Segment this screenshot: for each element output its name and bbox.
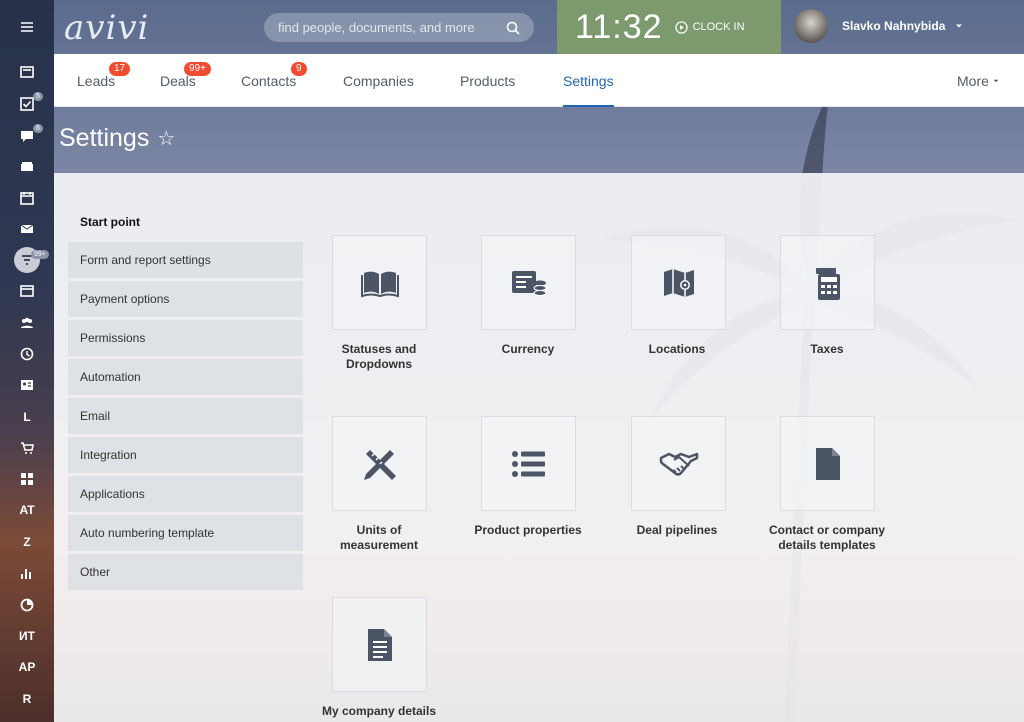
- tab-settings[interactable]: Settings: [563, 54, 614, 107]
- clock-in-button[interactable]: CLOCK IN: [674, 20, 745, 34]
- sidebar-chat-icon[interactable]: 6: [0, 124, 54, 148]
- start-point-link[interactable]: Start point: [80, 215, 140, 229]
- sidebar-text-item-at[interactable]: AT: [0, 498, 54, 522]
- tab-contacts[interactable]: Contacts 9: [241, 54, 307, 107]
- sidebar-tasks-icon[interactable]: 5: [0, 92, 54, 116]
- menu-item-integration[interactable]: Integration: [68, 437, 303, 473]
- menu-item-auto-numbering-template[interactable]: Auto numbering template: [68, 515, 303, 551]
- star-icon[interactable]: ☆: [157, 126, 175, 151]
- chevron-down-icon: [956, 24, 963, 28]
- tile-label-deal-pipelines: Deal pipelines: [636, 523, 718, 537]
- crm-tabs-bar: Leads 17 Deals 99+ Contacts 9 Companies …: [54, 54, 1024, 107]
- tile-label-product-properties: Product properties: [474, 523, 582, 537]
- document-icon: [367, 628, 392, 661]
- sidebar-cart-icon[interactable]: [0, 436, 54, 460]
- tab-deals[interactable]: Deals 99+: [160, 54, 211, 107]
- sidebar-drive-icon[interactable]: [0, 155, 54, 179]
- handshake-icon: [659, 452, 698, 476]
- chat-count-badge: 6: [33, 124, 43, 133]
- tab-products[interactable]: Products: [460, 54, 515, 107]
- tab-leads[interactable]: Leads 17: [77, 54, 131, 107]
- tile-product-properties[interactable]: [481, 416, 576, 511]
- left-sidebar: 5 6 99+ L AT Z ИТ AP R: [0, 0, 54, 722]
- map-icon: [663, 268, 694, 297]
- sidebar-text-item-ap[interactable]: AP: [0, 655, 54, 679]
- menu-item-form-report-settings[interactable]: Form and report settings: [68, 242, 303, 278]
- user-name: Slavko Nahnybida: [842, 19, 946, 33]
- search-icon[interactable]: [506, 21, 520, 35]
- menu-hamburger-icon[interactable]: [0, 15, 54, 39]
- sidebar-text-item-r[interactable]: R: [0, 687, 54, 711]
- contacts-count-badge: 9: [291, 62, 307, 76]
- tile-details-templates[interactable]: [780, 416, 875, 511]
- tile-label-units: Units of measurement: [339, 523, 419, 552]
- more-label: More: [957, 72, 989, 89]
- clock-in-label: CLOCK IN: [692, 21, 745, 33]
- search-box: [264, 13, 534, 42]
- tile-my-company-details[interactable]: [332, 597, 427, 692]
- sidebar-feed-icon[interactable]: [0, 60, 54, 84]
- tile-label-locations: Locations: [648, 342, 706, 356]
- clock-time: 11:32: [575, 7, 663, 46]
- tile-label-my-company: My company details: [321, 704, 437, 718]
- clock-widget[interactable]: 11:32 CLOCK IN: [557, 0, 781, 54]
- sidebar-pie-chart-icon[interactable]: [0, 593, 54, 617]
- avatar: [794, 9, 828, 43]
- tile-taxes[interactable]: [780, 235, 875, 330]
- sidebar-contact-card-icon[interactable]: [0, 373, 54, 397]
- chevron-down-icon: [993, 79, 999, 82]
- file-icon: [815, 447, 840, 480]
- ruler-pencil-icon: [363, 449, 396, 480]
- menu-item-email[interactable]: Email: [68, 398, 303, 434]
- list-icon: [511, 450, 545, 477]
- crm-count-badge: 99+: [31, 250, 49, 259]
- sidebar-text-item-z[interactable]: Z: [0, 530, 54, 554]
- menu-item-applications[interactable]: Applications: [68, 476, 303, 512]
- tile-label-statuses: Statuses and Dropdowns: [341, 342, 417, 371]
- tile-label-taxes: Taxes: [810, 342, 844, 356]
- tab-label: Leads: [77, 72, 116, 89]
- tile-currency[interactable]: [481, 235, 576, 330]
- sidebar-text-item-l[interactable]: L: [0, 405, 54, 429]
- tile-locations[interactable]: [631, 235, 726, 330]
- page-title: Settings: [59, 124, 150, 152]
- tile-statuses-dropdowns[interactable]: [332, 235, 427, 330]
- tab-label: Companies: [343, 72, 414, 89]
- top-header: avivi 11:32 CLOCK IN Slavko Nahnybida: [54, 0, 1024, 54]
- currency-icon: [511, 270, 546, 296]
- menu-item-automation[interactable]: Automation: [68, 359, 303, 395]
- menu-item-payment-options[interactable]: Payment options: [68, 281, 303, 317]
- tile-label-currency: Currency: [501, 342, 555, 356]
- search-input[interactable]: [278, 20, 506, 35]
- sidebar-time-icon[interactable]: [0, 342, 54, 366]
- tab-companies[interactable]: Companies: [343, 54, 414, 107]
- tasks-count-badge: 5: [33, 92, 43, 101]
- tile-deal-pipelines[interactable]: [631, 416, 726, 511]
- sidebar-mail-icon[interactable]: [0, 217, 54, 241]
- more-menu-button[interactable]: More: [957, 54, 1000, 107]
- play-circle-icon: [674, 20, 688, 34]
- book-icon: [360, 271, 399, 297]
- app-logo[interactable]: avivi: [64, 8, 149, 48]
- sidebar-calendar-icon[interactable]: [0, 186, 54, 210]
- settings-panel: Start point Form and report settings Pay…: [54, 173, 1024, 722]
- tab-label: Settings: [563, 72, 614, 89]
- menu-item-other[interactable]: Other: [68, 554, 303, 590]
- page-title-area: Settings ☆: [59, 124, 175, 153]
- sidebar-apps-grid-icon[interactable]: [0, 467, 54, 491]
- tile-units-of-measurement[interactable]: [332, 416, 427, 511]
- leads-count-badge: 17: [109, 62, 131, 76]
- calculator-icon: [815, 267, 840, 300]
- sidebar-window-icon[interactable]: [0, 279, 54, 303]
- tile-label-details-templates: Contact or company details templates: [768, 523, 885, 552]
- sidebar-text-item-it[interactable]: ИТ: [0, 624, 54, 648]
- menu-item-permissions[interactable]: Permissions: [68, 320, 303, 356]
- deals-count-badge: 99+: [184, 62, 211, 76]
- sidebar-employees-icon[interactable]: [0, 311, 54, 335]
- tab-label: Products: [460, 72, 516, 89]
- tab-label: Contacts: [241, 72, 297, 89]
- sidebar-reports-icon[interactable]: [0, 561, 54, 585]
- user-menu[interactable]: Slavko Nahnybida: [794, 9, 964, 43]
